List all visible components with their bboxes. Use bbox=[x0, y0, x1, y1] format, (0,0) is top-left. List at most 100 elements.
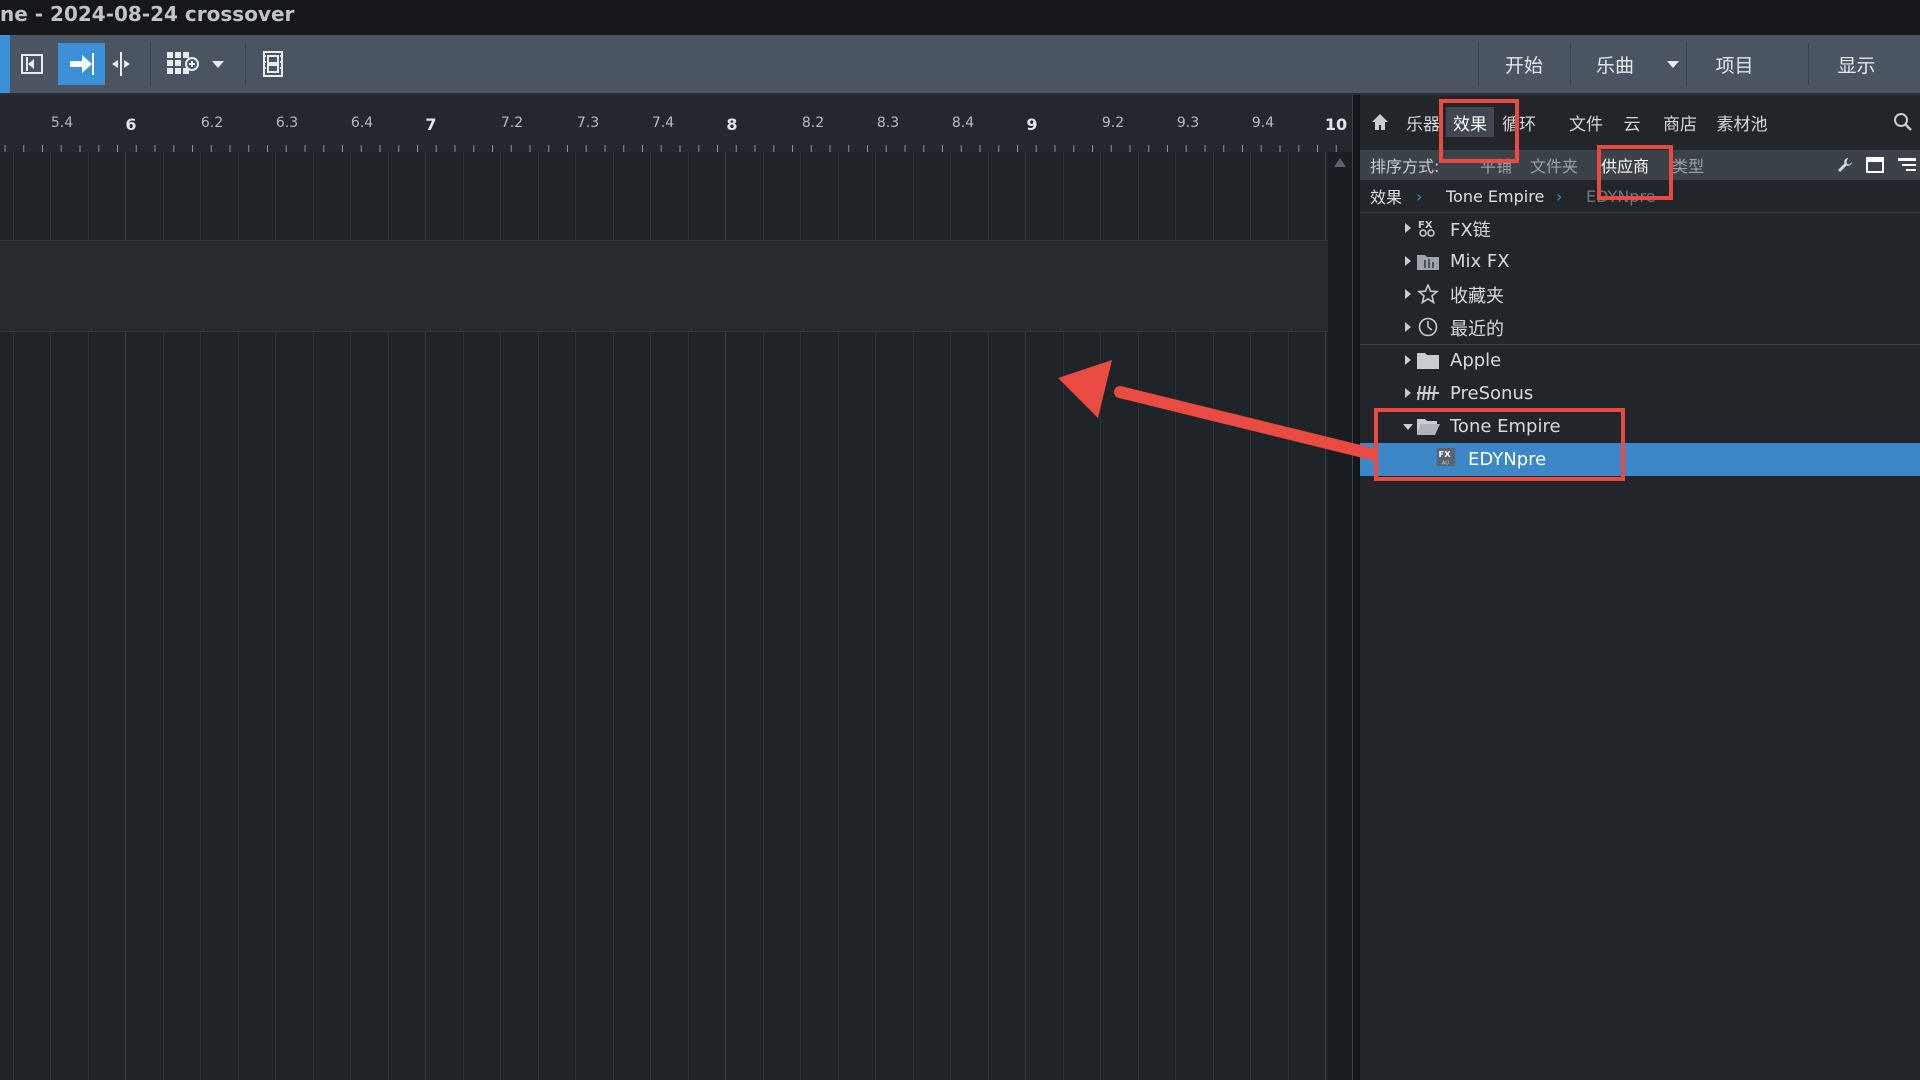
star-icon bbox=[1416, 284, 1440, 304]
scroll-up-icon[interactable] bbox=[1334, 158, 1346, 167]
home-icon bbox=[1372, 114, 1388, 130]
tree-item-edynpre[interactable]: FX AU EDYNpre bbox=[1360, 443, 1920, 476]
breadcrumb-vendor[interactable]: Tone Empire bbox=[1446, 180, 1544, 212]
tree-item-apple[interactable]: Apple bbox=[1360, 344, 1920, 377]
arrow-right-icon bbox=[69, 53, 94, 75]
sort-option-vendor[interactable]: 供应商 bbox=[1601, 150, 1649, 180]
svg-text:AU: AU bbox=[1442, 461, 1449, 467]
search-button[interactable] bbox=[1892, 107, 1914, 137]
ruler-label: 8.3 bbox=[876, 115, 900, 131]
expand-icon[interactable] bbox=[1405, 388, 1411, 398]
grid-add-icon bbox=[167, 52, 199, 74]
video-button[interactable] bbox=[258, 43, 288, 85]
toolbar-separator bbox=[245, 43, 246, 85]
tab-pool[interactable]: 素材池 bbox=[1712, 107, 1772, 137]
tree-item-label: 最近的 bbox=[1450, 318, 1504, 340]
tree-item-presonus[interactable]: PreSonus bbox=[1360, 377, 1920, 410]
breadcrumb-plugin[interactable]: EDYNpre bbox=[1586, 180, 1656, 212]
tab-instruments[interactable]: 乐器 bbox=[1404, 107, 1442, 137]
ruler-label: 5.4 bbox=[50, 115, 74, 131]
tree-item-mix-fx[interactable]: Mix FX bbox=[1360, 245, 1920, 278]
split-icon bbox=[112, 52, 130, 76]
vertical-scrollbar[interactable] bbox=[1328, 152, 1352, 1080]
title-bar: ne - 2024-08-24 crossover bbox=[0, 0, 1920, 35]
ruler-label: 7.2 bbox=[500, 115, 524, 131]
expand-icon[interactable] bbox=[1405, 256, 1411, 266]
breadcrumb-separator: › bbox=[1556, 186, 1563, 206]
ruler-ticks bbox=[4, 145, 1337, 152]
tab-cloud[interactable]: 云 bbox=[1618, 107, 1646, 137]
ruler-label: 6.4 bbox=[350, 115, 374, 131]
show-button[interactable]: 显示 bbox=[1809, 35, 1904, 93]
snap-dropdown-button[interactable] bbox=[208, 43, 228, 85]
tree-item-label: Apple bbox=[1450, 350, 1502, 371]
tree-item-label: Mix FX bbox=[1450, 251, 1510, 272]
svg-text:FX: FX bbox=[1439, 449, 1452, 459]
toolbar-edge bbox=[0, 35, 10, 93]
ruler-label: 9.3 bbox=[1176, 115, 1200, 131]
tab-shop[interactable]: 商店 bbox=[1658, 107, 1702, 137]
tab-files[interactable]: 文件 bbox=[1566, 107, 1606, 137]
auto-scroll-button[interactable] bbox=[58, 43, 105, 85]
loop-start-button[interactable] bbox=[18, 43, 46, 85]
ruler-label: 8.4 bbox=[951, 115, 975, 131]
breadcrumb-separator: › bbox=[1416, 186, 1423, 206]
breadcrumb: 效果 › Tone Empire › EDYNpre bbox=[1360, 180, 1920, 213]
search-icon bbox=[1894, 113, 1912, 131]
fx-chain-icon: FX bbox=[1418, 220, 1435, 237]
settings-button[interactable] bbox=[1836, 150, 1854, 180]
folder-open-icon bbox=[1417, 419, 1440, 435]
expand-icon[interactable] bbox=[1405, 223, 1411, 233]
sort-option-folder[interactable]: 文件夹 bbox=[1530, 150, 1578, 180]
tree-item-recent[interactable]: 最近的 bbox=[1360, 311, 1920, 344]
arrange-view[interactable] bbox=[0, 152, 1328, 1080]
toolbar-separator bbox=[150, 43, 151, 85]
chevron-down-icon bbox=[1667, 61, 1679, 68]
browser-panel: 乐器 效果 循环 文件 云 商店 素材池 排序方式: 平铺 文件夹 供应商 类型 bbox=[1360, 95, 1920, 1080]
tab-loops[interactable]: 循环 bbox=[1498, 107, 1540, 137]
sort-option-flat[interactable]: 平铺 bbox=[1480, 150, 1512, 180]
expand-icon[interactable] bbox=[1405, 322, 1411, 332]
tree-item-favorites[interactable]: 收藏夹 bbox=[1360, 278, 1920, 311]
video-icon bbox=[263, 51, 283, 77]
expand-icon[interactable] bbox=[1405, 289, 1411, 299]
list-options-button[interactable] bbox=[1897, 150, 1917, 180]
sort-option-type[interactable]: 类型 bbox=[1672, 150, 1704, 180]
main-toolbar: 开始 乐曲 项目 显示 bbox=[0, 35, 1920, 95]
clock-icon bbox=[1418, 317, 1438, 337]
song-page-button[interactable]: 乐曲 bbox=[1571, 35, 1659, 93]
ruler-label: 8.2 bbox=[801, 115, 825, 131]
tree-item-label: FX链 bbox=[1450, 219, 1491, 241]
sort-label: 排序方式: bbox=[1370, 157, 1440, 176]
view-mode-button[interactable] bbox=[1866, 150, 1884, 180]
collapse-icon[interactable] bbox=[1403, 424, 1413, 430]
tree-item-label: EDYNpre bbox=[1468, 449, 1547, 470]
snap-grid-button[interactable] bbox=[164, 43, 202, 85]
ruler-label: 9.4 bbox=[1251, 115, 1275, 131]
ruler-label: 6 bbox=[125, 115, 137, 134]
fx-au-icon: FX AU bbox=[1436, 447, 1456, 467]
tree-item-tone-empire[interactable]: Tone Empire bbox=[1360, 410, 1920, 443]
start-page-button[interactable]: 开始 bbox=[1479, 35, 1569, 93]
wrench-icon bbox=[1838, 158, 1852, 172]
chevron-down-icon bbox=[212, 61, 224, 68]
breadcrumb-effects[interactable]: 效果 bbox=[1370, 180, 1402, 212]
mixfx-icon bbox=[1417, 255, 1439, 270]
tree-item-fx-chains[interactable]: FX FX链 bbox=[1360, 212, 1920, 245]
browser-tabs: 乐器 效果 循环 文件 云 商店 素材池 bbox=[1360, 107, 1920, 137]
project-page-button[interactable]: 项目 bbox=[1687, 35, 1782, 93]
ruler-label: 9 bbox=[1026, 115, 1038, 134]
ruler-label: 7.3 bbox=[576, 115, 600, 131]
tree-item-label: PreSonus bbox=[1450, 383, 1534, 404]
window-title: ne - 2024-08-24 crossover bbox=[0, 2, 295, 26]
tab-effects[interactable]: 效果 bbox=[1446, 107, 1494, 137]
expand-icon[interactable] bbox=[1405, 355, 1411, 365]
home-tab[interactable] bbox=[1368, 107, 1392, 137]
song-dropdown-button[interactable] bbox=[1660, 43, 1686, 85]
ruler-label: 7 bbox=[425, 115, 437, 134]
ruler-label: 6.2 bbox=[200, 115, 224, 131]
presonus-icon bbox=[1417, 385, 1439, 401]
sort-bar: 排序方式: 平铺 文件夹 供应商 类型 bbox=[1360, 150, 1920, 180]
split-button[interactable] bbox=[108, 43, 134, 85]
track-lane[interactable] bbox=[0, 240, 1328, 332]
